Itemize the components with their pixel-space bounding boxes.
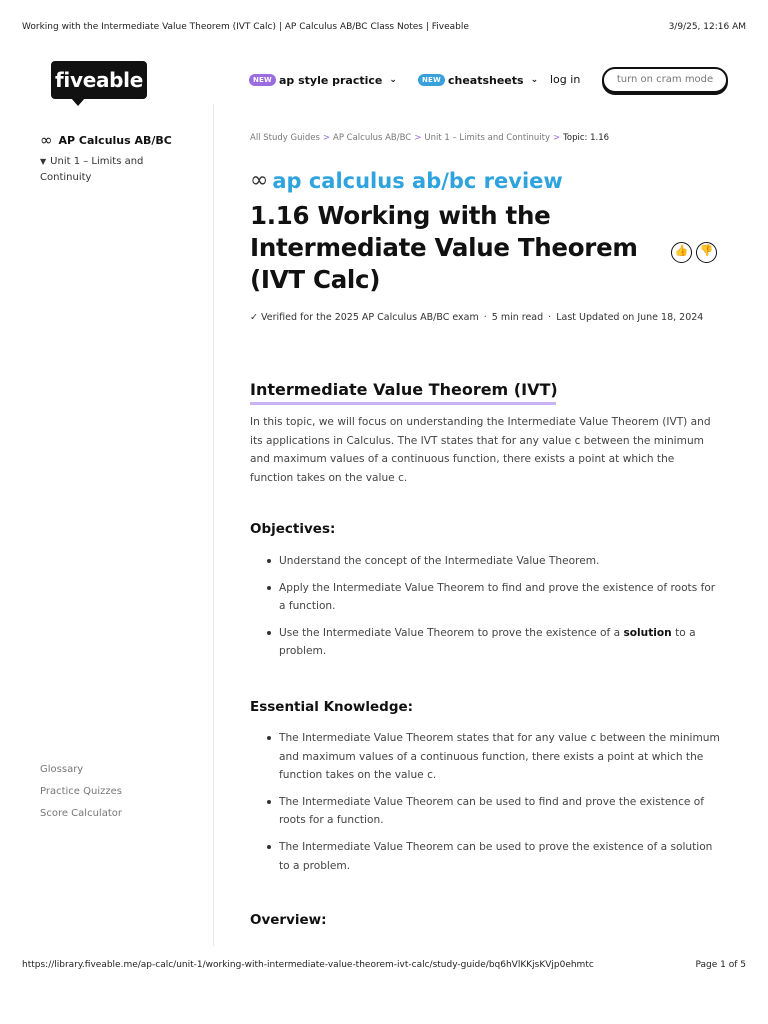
print-page-title: Working with the Intermediate Value Theo… <box>22 22 469 32</box>
meta-separator: · <box>548 312 552 323</box>
knowledge-list: The Intermediate Value Theorem states th… <box>263 729 723 883</box>
cram-mode-button[interactable]: turn on cram mode <box>602 67 728 93</box>
objectives-heading: Objectives: <box>250 521 336 537</box>
sidebar-link-glossary[interactable]: Glossary <box>40 764 83 775</box>
nav-ap-style-practice[interactable]: NEW ap style practice ⌄ <box>249 72 397 88</box>
section-heading: Intermediate Value Theorem (IVT) <box>250 380 558 399</box>
sidebar-link-practice-quizzes[interactable]: Practice Quizzes <box>40 786 122 797</box>
meta-read-time: 5 min read <box>491 312 544 323</box>
sidebar-course-label: AP Calculus AB/BC <box>58 133 172 147</box>
essential-knowledge-heading: Essential Knowledge: <box>250 699 414 715</box>
list-item: The Intermediate Value Theorem states th… <box>263 729 723 785</box>
breadcrumb-current: Topic: 1.16 <box>563 133 610 143</box>
page-title: 1.16 Working with the Intermediate Value… <box>250 201 638 294</box>
breadcrumb: All Study Guides > AP Calculus AB/BC > Unit … <box>250 133 609 143</box>
print-footer: https://library.fiveable.me/ap-calc/unit… <box>22 960 746 974</box>
list-item: Understand the concept of the Intermedia… <box>263 552 723 571</box>
meta-updated: Last Updated on June 18, 2024 <box>556 312 704 323</box>
sidebar-divider <box>213 104 214 946</box>
print-header: Working with the Intermediate Value Theo… <box>22 22 746 36</box>
print-date: 3/9/25, 12:16 AM <box>668 22 746 32</box>
intro-paragraph: In this topic, we will focus on understa… <box>250 416 711 484</box>
breadcrumb-item[interactable]: Unit 1 – Limits and Continuity <box>424 133 550 143</box>
breadcrumb-item[interactable]: AP Calculus AB/BC <box>333 133 411 143</box>
sidebar-link-score-calculator[interactable]: Score Calculator <box>40 808 122 819</box>
breadcrumb-item[interactable]: All Study Guides <box>250 133 320 143</box>
course-review-label: ap calculus ab/bc review <box>272 168 563 193</box>
chevron-down-icon: ⌄ <box>530 75 539 85</box>
print-url: https://library.fiveable.me/ap-calc/unit… <box>22 960 594 970</box>
chevron-down-icon: ⌄ <box>389 75 397 85</box>
article-meta: ✓ Verified for the 2025 AP Calculus AB/B… <box>250 312 703 323</box>
chevron-right-icon: > <box>414 133 422 143</box>
list-item: Use the Intermediate Value Theorem to pr… <box>263 624 723 661</box>
nav-ap-style-practice-label: ap style practice <box>278 73 383 87</box>
new-badge: NEW <box>249 74 276 86</box>
meta-verified: Verified for the 2025 AP Calculus AB/BC … <box>261 312 479 323</box>
thumbs-down-icon[interactable]: 👎 <box>696 242 717 263</box>
checkmark-icon: ✓ <box>250 312 258 323</box>
glossary-term-solution[interactable]: solution <box>623 627 671 639</box>
nav-cheatsheets-label: cheatsheets <box>447 73 524 87</box>
objectives-list: Understand the concept of the Intermedia… <box>263 552 723 669</box>
sidebar-unit-label: Unit 1 – Limits and Continuity <box>40 156 144 183</box>
login-link[interactable]: log in <box>550 73 580 86</box>
list-item: The Intermediate Value Theorem can be us… <box>263 838 723 875</box>
chevron-right-icon: > <box>553 133 561 143</box>
thumbs-up-icon[interactable]: 👍 <box>671 242 692 263</box>
infinity-icon: ∞ <box>250 168 269 193</box>
infinity-icon: ∞ <box>40 131 53 149</box>
caret-down-icon: ▼ <box>40 157 47 166</box>
list-item: Apply the Intermediate Value Theorem to … <box>263 579 723 616</box>
new-badge: NEW <box>418 74 445 86</box>
objective-text: Use the Intermediate Value Theorem to pr… <box>279 626 624 639</box>
print-page-number: Page 1 of 5 <box>695 960 747 970</box>
list-item: The Intermediate Value Theorem can be us… <box>263 793 723 830</box>
heading-underline <box>250 402 556 405</box>
meta-separator: · <box>483 312 487 323</box>
nav-cheatsheets[interactable]: NEW cheatsheets ⌄ <box>418 72 538 88</box>
chevron-right-icon: > <box>322 133 330 143</box>
overview-heading: Overview: <box>250 912 327 928</box>
sidebar-unit[interactable]: ▼ Unit 1 – Limits and Continuity <box>40 154 180 186</box>
sidebar-course[interactable]: ∞ AP Calculus AB/BC <box>40 131 172 149</box>
course-review-link[interactable]: ∞ ap calculus ab/bc review <box>250 168 563 193</box>
fiveable-logo[interactable]: fiveable <box>51 61 147 106</box>
